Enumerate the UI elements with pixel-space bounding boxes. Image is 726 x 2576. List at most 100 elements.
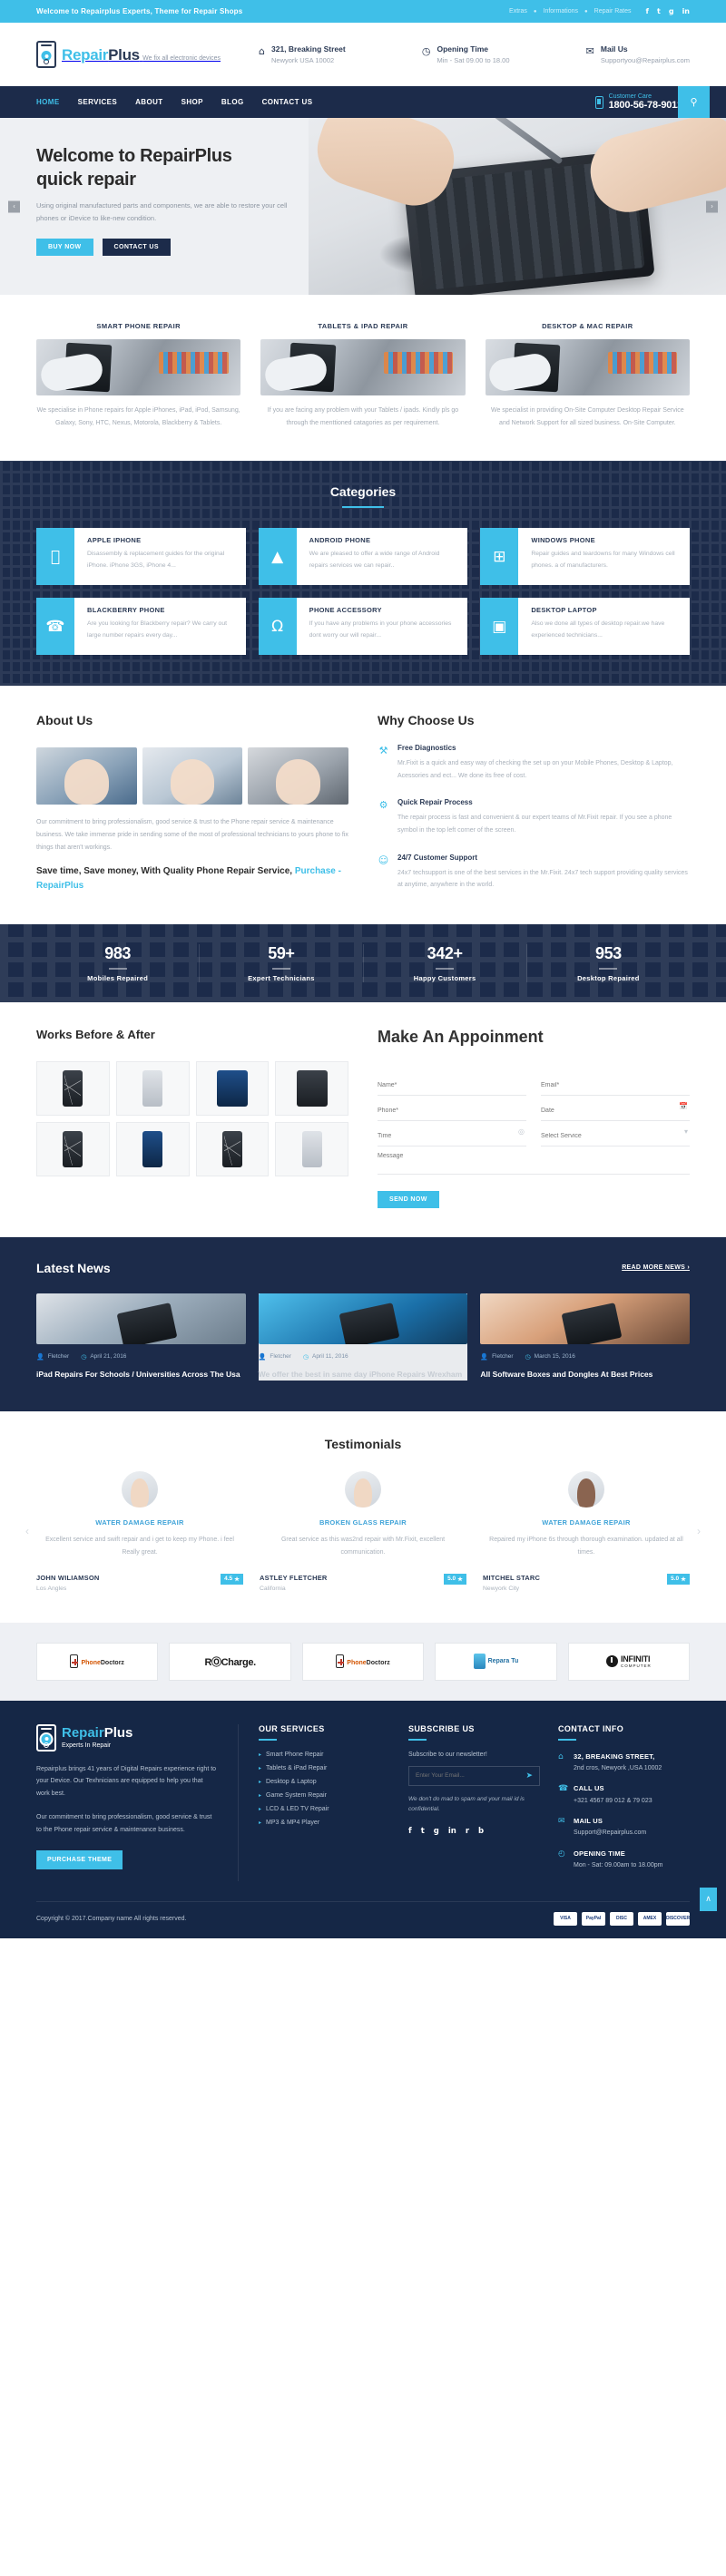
why-choose-us-column: Why Choose Us ⚒ Free Diagnostics Mr.Fixi… (378, 713, 690, 893)
nav-item-services[interactable]: SERVICES (78, 98, 118, 106)
footer-link-smart-phone-repair[interactable]: ▸ Smart Phone Repair (259, 1751, 390, 1758)
blogger-icon[interactable]: b (478, 1827, 484, 1836)
customer-care: Customer Care 1800-56-78-9012 (594, 93, 690, 111)
work-item[interactable] (195, 1121, 270, 1176)
brand-logo-repara-tu[interactable]: Repara Tu (435, 1642, 557, 1681)
facebook-icon[interactable]: f (646, 7, 649, 15)
email-input[interactable] (541, 1081, 690, 1088)
service-image (260, 339, 466, 395)
news-card[interactable]: 👤 Fletcher ◷ April 21, 2016 iPad Repairs F… (36, 1293, 246, 1381)
linkedin-icon[interactable]: in (448, 1827, 456, 1836)
footer-subscribe-column: SUBSCRIBE US Subscribe to our newsletter… (408, 1724, 540, 1881)
news-image (258, 1293, 468, 1344)
brand-logo-richarge[interactable]: RⓄCharge. (169, 1642, 291, 1681)
testimonial-quote: Repaired my iPhone 6s through thorough e… (489, 1536, 683, 1556)
message-textarea[interactable] (378, 1152, 690, 1166)
back-to-top-icon[interactable]: ∧ (700, 1887, 717, 1911)
category-card-windows-phone[interactable]: ⊞ WINDOWS PHONE Repair guides and teardo… (480, 528, 690, 585)
counter-number: 953 (594, 944, 622, 962)
slider-next-icon[interactable]: › (706, 200, 718, 212)
news-headline: All Software Boxes and Dongles At Best P… (480, 1369, 653, 1379)
site-logo[interactable]: RepairPlus We fix all electronic devices (36, 41, 231, 68)
work-item[interactable] (275, 1060, 348, 1116)
search-icon[interactable]: ⚲ (678, 86, 710, 118)
footer-link-desktop-laptop[interactable]: ▸ Desktop & Laptop (259, 1779, 390, 1785)
testimonial-service: BROKEN GLASS REPAIR (319, 1517, 407, 1527)
google-plus-icon[interactable]: g (434, 1827, 439, 1836)
brand-name-line1: Phone (347, 1660, 367, 1667)
slider-prev-icon[interactable]: ‹ (8, 200, 20, 212)
brand-logo-phone-doctorz[interactable]: PhoneDoctorz (36, 1642, 159, 1681)
footer-link-tablets-ipad-repair[interactable]: ▸ Tablets & iPad Repair (259, 1765, 390, 1771)
contact-us-button[interactable]: CONTACT US (102, 238, 171, 256)
purchase-theme-button[interactable]: PURCHASE THEME (36, 1849, 123, 1869)
subscribe-email-input[interactable] (416, 1772, 526, 1780)
news-author: 👤 Fletcher (480, 1352, 514, 1361)
twitter-icon[interactable]: t (657, 7, 661, 15)
footer-link-mp3-mp4-player[interactable]: ▸ MP3 & MP4 Player (259, 1820, 390, 1826)
footer-link-game-system-repair[interactable]: ▸ Game System Repair (259, 1792, 390, 1799)
appointment-column: Make An Appoinment 📅 (378, 1028, 690, 1208)
testimonial-prev-icon[interactable]: ‹ (25, 1525, 29, 1537)
category-card-desktop-laptop[interactable]: ▣ DESKTOP LAPTOP Also we done all types … (480, 598, 690, 655)
status-badge: 4.5 ★ (221, 1573, 243, 1585)
google-plus-icon[interactable]: g (669, 7, 674, 15)
category-desc: We are pleased to offer a wide range of … (309, 551, 440, 569)
footer-logo[interactable]: RepairPlus Experts In Repair (36, 1723, 218, 1751)
nav-item-blog[interactable]: BLOG (221, 98, 244, 106)
news-author: 👤 Fletcher (36, 1352, 70, 1361)
subscribe-form: ➤ (408, 1765, 540, 1786)
facebook-icon[interactable]: f (408, 1827, 412, 1836)
clock-icon[interactable]: ◎ (518, 1127, 525, 1136)
chevron-down-icon[interactable]: ▾ (684, 1127, 688, 1136)
work-item[interactable] (195, 1060, 270, 1116)
work-item[interactable] (36, 1060, 110, 1116)
buy-now-button[interactable]: BUY NOW (36, 238, 93, 256)
select-service-input[interactable] (541, 1132, 690, 1139)
topbar-link-informations[interactable]: Informations (544, 8, 579, 15)
category-title: ANDROID PHONE (309, 536, 371, 544)
footer-link-lcd-led-tv-repair[interactable]: ▸ LCD & LED TV Repair (259, 1806, 390, 1812)
name-input[interactable] (378, 1081, 526, 1088)
work-item[interactable] (115, 1060, 190, 1116)
dot-separator: ● (584, 8, 588, 15)
avatar (122, 1470, 158, 1508)
footer-logo-accent: Plus (103, 1725, 133, 1742)
service-card[interactable]: DESKTOP & MAC REPAIR We specialist in pr… (485, 322, 690, 430)
read-more-news-link[interactable]: READ MORE NEWS › (622, 1264, 690, 1271)
send-icon[interactable]: ➤ (525, 1771, 533, 1781)
date-input[interactable] (541, 1107, 690, 1114)
category-card-phone-accessory[interactable]: Ω PHONE ACCESSORY If you have any proble… (258, 598, 468, 655)
twitter-icon[interactable]: t (421, 1827, 425, 1836)
brand-logo-infiniti[interactable]: INFINITI COMPUTER (567, 1642, 691, 1681)
work-item[interactable] (115, 1121, 190, 1176)
rss-icon[interactable]: r (466, 1827, 469, 1836)
contact-address: ⌂ 32, BREAKING STREET, 2nd cros, Newyork … (558, 1751, 690, 1774)
contact-sub: Mon - Sat: 09.00am to 18.00pm (574, 1862, 663, 1869)
send-now-button[interactable]: SEND NOW (378, 1190, 439, 1208)
category-card-android-phone[interactable]: ▲ ANDROID PHONE We are pleased to offer … (258, 528, 468, 585)
nav-item-contact-us[interactable]: CONTACT US (262, 98, 313, 106)
topbar-link-extras[interactable]: Extras (509, 8, 527, 15)
category-card-apple-iphone[interactable]:  APPLE IPHONE Disassembly & replacement… (36, 528, 246, 585)
service-card[interactable]: SMART PHONE REPAIR We specialise in Phon… (36, 322, 241, 430)
testimonial-next-icon[interactable]: › (697, 1525, 701, 1537)
date-field-wrap: 📅 (541, 1096, 690, 1121)
topbar-link-repair-rates[interactable]: Repair Rates (594, 8, 632, 15)
category-card-blackberry-phone[interactable]: ☎ BLACKBERRY PHONE Are you looking for B… (36, 598, 246, 655)
phone-input[interactable] (378, 1107, 526, 1114)
calendar-icon[interactable]: 📅 (679, 1102, 688, 1110)
news-card[interactable]: 👤 Fletcher ◷ April 11, 2016 We offer the b… (258, 1293, 468, 1381)
time-input[interactable] (378, 1132, 526, 1139)
work-item[interactable] (36, 1121, 110, 1176)
hero-description: Using original manufactured parts and co… (36, 201, 288, 223)
service-card[interactable]: TABLETS & IPAD REPAIR If you are facing … (260, 322, 466, 430)
nav-item-about[interactable]: ABOUT (135, 98, 162, 106)
brand-logo-phone-doctorz-2[interactable]: PhoneDoctorz (301, 1642, 425, 1681)
discover-icon: DISC (610, 1911, 633, 1926)
linkedin-icon[interactable]: in (682, 7, 690, 15)
nav-item-home[interactable]: HOME (36, 98, 60, 106)
news-card[interactable]: 👤 Fletcher ◷ March 15, 2016 All Software B… (480, 1293, 691, 1381)
work-item[interactable] (275, 1121, 348, 1176)
nav-item-shop[interactable]: SHOP (182, 98, 203, 106)
